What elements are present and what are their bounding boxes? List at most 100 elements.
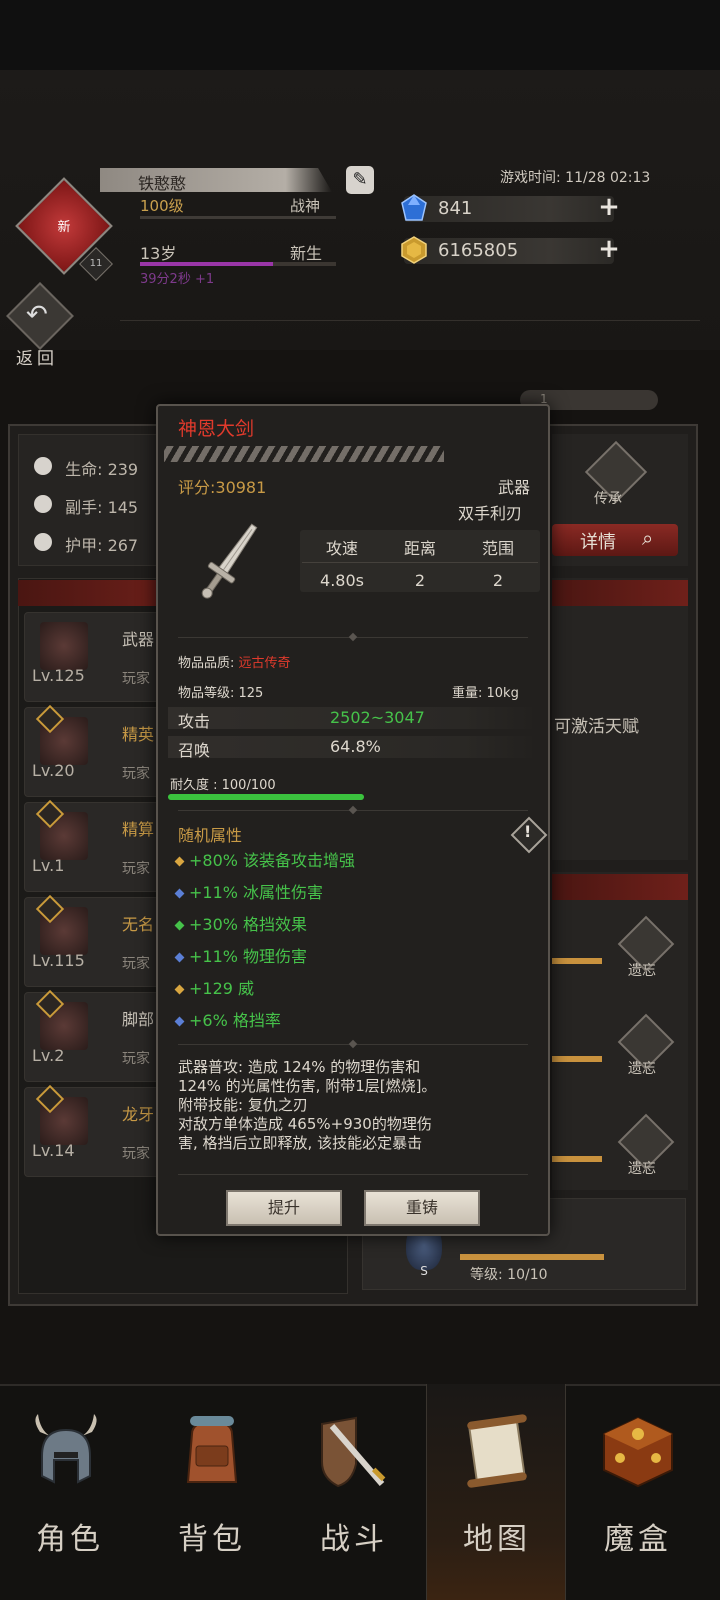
offhand-stat: 副手: 145 xyxy=(34,494,138,518)
attack-label: 攻击 xyxy=(178,712,211,731)
add-gold-button[interactable]: + xyxy=(598,236,620,262)
random-attribute: +129 威 xyxy=(174,975,254,999)
attribute-dot-icon xyxy=(174,888,185,899)
item-subtype: 双手利刃 xyxy=(458,504,523,523)
sword-shield-icon xyxy=(321,1416,386,1488)
equipment-owner: 玩家 xyxy=(122,766,150,782)
equipment-name: 精算 xyxy=(122,820,155,839)
attribute-text: +80% 该装备攻击增强 xyxy=(189,851,356,870)
forget-progress-bar xyxy=(552,958,602,964)
equipment-name: 无名 xyxy=(122,915,155,934)
nav-role[interactable]: 角色 xyxy=(0,1384,140,1600)
greatsword-icon xyxy=(201,523,258,599)
random-attribute: +30% 格挡效果 xyxy=(174,911,308,935)
nav-map-label: 地图 xyxy=(463,1522,531,1557)
gem-count: 841 xyxy=(438,198,473,219)
description-line: 害, 格挡后立即释放, 该技能必定暴击 xyxy=(178,1134,423,1152)
scroll-map-icon xyxy=(467,1414,527,1488)
stat-value-area: 2 xyxy=(492,571,504,590)
gold-coin-icon xyxy=(401,236,427,264)
back-arrow-icon: ↶ xyxy=(26,300,48,330)
equipment-name: 精英 xyxy=(122,725,155,744)
equipment-name: 脚部 xyxy=(122,1010,155,1029)
nav-role-label: 角色 xyxy=(36,1522,104,1557)
stat-header-range: 距离 xyxy=(403,539,436,558)
equipment-owner: 玩家 xyxy=(122,1051,150,1067)
description-line: 对敌方单体造成 465%+930的物理伤 xyxy=(178,1115,432,1133)
forget-progress-bar xyxy=(552,1156,602,1162)
age-timer: 39分2秒 +1 xyxy=(140,272,215,287)
title-hatch-decoration xyxy=(164,446,444,462)
weapon-stats-divider xyxy=(302,562,538,563)
item-weight: 重量: 10kg xyxy=(452,686,519,701)
attribute-text: +30% 格挡效果 xyxy=(189,915,308,934)
attribute-text: +6% 格挡率 xyxy=(189,1011,281,1030)
equipment-name: 龙牙 xyxy=(122,1105,155,1124)
attack-value: 2502~3047 xyxy=(330,708,425,727)
quality-value: 远古传奇 xyxy=(238,656,291,671)
stat-header-area: 范围 xyxy=(481,539,514,558)
name-plate xyxy=(100,168,332,192)
section-separator xyxy=(178,1174,528,1175)
random-attribute: +80% 该装备攻击增强 xyxy=(174,847,356,871)
attribute-dot-icon xyxy=(174,920,185,931)
nav-battle-label: 战斗 xyxy=(320,1522,388,1557)
blue-gem-icon xyxy=(401,194,427,221)
add-gems-button[interactable]: + xyxy=(598,194,620,220)
attribute-dot-icon xyxy=(174,952,185,963)
summon-value: 64.8% xyxy=(330,737,381,756)
stat-header-speed: 攻速 xyxy=(325,539,358,558)
nav-map[interactable]: 地图 xyxy=(426,1384,566,1600)
helmet-icon xyxy=(35,1414,97,1484)
detail-label: 详情 xyxy=(580,532,616,553)
nav-bag-label: 背包 xyxy=(178,1522,246,1557)
skill-level-bar xyxy=(460,1254,604,1260)
gold-count: 6165805 xyxy=(438,240,519,261)
nav-battle[interactable]: 战斗 xyxy=(284,1384,424,1600)
forget-header xyxy=(552,874,688,900)
attribute-text: +11% 物理伤害 xyxy=(189,947,308,966)
armor-stat: 护甲: 267 xyxy=(34,532,138,556)
description-line: 附带技能: 复仇之刃 xyxy=(178,1096,308,1114)
stat-value-range: 2 xyxy=(414,571,426,590)
player-age: 13岁 xyxy=(140,244,177,263)
durability-label: 耐久度 : 100/100 xyxy=(170,778,276,793)
durability-fill xyxy=(168,794,364,800)
equipment-owner: 玩家 xyxy=(122,1146,150,1162)
forget-label: 遗忘 xyxy=(628,963,656,979)
equipment-level: Lv.2 xyxy=(32,1046,65,1065)
player-name: 铁憨憨 xyxy=(138,174,187,193)
nav-magic-box[interactable]: 魔盒 xyxy=(568,1384,708,1600)
summon-label: 召唤 xyxy=(178,741,211,760)
heart-icon xyxy=(34,457,52,475)
upgrade-button[interactable]: 提升 xyxy=(226,1190,342,1226)
reforge-button[interactable]: 重铸 xyxy=(364,1190,480,1226)
header-divider xyxy=(120,320,700,321)
age-title: 新生 xyxy=(290,244,323,263)
nav-bag[interactable]: 背包 xyxy=(142,1384,282,1600)
equipment-level: Lv.115 xyxy=(32,951,85,970)
exclamation-icon: ! xyxy=(524,822,532,841)
skill-level: 等级: 10/10 xyxy=(470,1267,548,1283)
game-time: 游戏时间: 11/28 02:13 xyxy=(500,170,651,186)
stat-value-speed: 4.80s xyxy=(320,571,364,590)
random-attribute: +11% 冰属性伤害 xyxy=(174,879,323,903)
player-title: 战神 xyxy=(290,197,321,215)
attribute-dot-icon xyxy=(174,1016,185,1027)
gem-bar xyxy=(404,196,614,222)
offhand-icon xyxy=(34,495,52,513)
equipment-level: Lv.20 xyxy=(32,761,75,780)
nav-magic-box-label: 魔盒 xyxy=(604,1522,672,1557)
player-level: 100级 xyxy=(140,197,184,215)
item-score: 评分:30981 xyxy=(178,478,267,497)
skill-badge-grade: S xyxy=(420,1264,428,1278)
edit-name-button[interactable]: ✎ xyxy=(346,166,374,194)
back-label: 返回 xyxy=(16,349,58,369)
equipment-owner: 玩家 xyxy=(122,671,150,687)
talent-text: 可激活天赋 xyxy=(554,717,639,737)
inherit-label: 传承 xyxy=(594,491,622,507)
hp-stat: 生命: 239 xyxy=(34,456,138,480)
attribute-dot-icon xyxy=(174,984,185,995)
status-bar xyxy=(0,0,720,70)
equipment-level: Lv.14 xyxy=(32,1141,75,1160)
